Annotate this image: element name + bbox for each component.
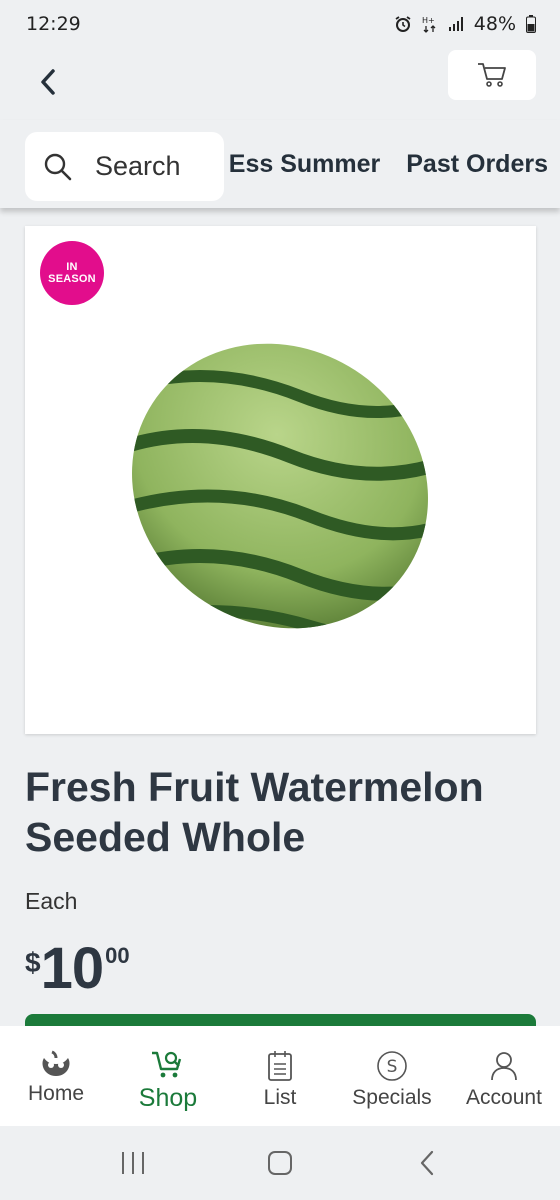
bottom-nav-account[interactable]: Account [448,1050,560,1110]
data-transfer-icon: H+ [422,15,438,33]
cart-icon [478,63,506,87]
cart-search-icon [152,1051,182,1078]
recent-apps-icon [122,1152,145,1174]
status-bar: 12:29 H+ 48% [0,0,560,48]
nav-link-summer[interactable]: Ess Summer [229,150,380,179]
search-input[interactable]: Search [25,132,224,201]
watermelon-image [120,343,440,636]
home-square-icon [267,1151,292,1175]
battery-percent: 48% [473,13,516,35]
svg-text:S: S [387,1057,398,1077]
search-icon [44,153,72,180]
status-time: 12:29 [26,13,81,35]
signal-icon [448,16,464,32]
in-season-badge: IN SEASON [40,241,104,305]
product-unit: Each [25,888,78,914]
search-label: Search [95,151,181,181]
back-button[interactable] [28,60,68,104]
chevron-left-icon [41,69,55,95]
product-price: $ 10 00 [25,936,130,1001]
dollar-circle-icon: S [377,1051,407,1081]
user-icon [491,1052,517,1081]
top-bar [0,48,560,120]
bottom-nav-home[interactable]: Home [0,1050,112,1106]
system-back-button[interactable] [397,1138,457,1188]
home-button[interactable] [250,1138,310,1188]
bottom-nav-list[interactable]: List [224,1050,336,1110]
woolworths-logo-icon [42,1050,70,1076]
bottom-nav-shop[interactable]: Shop [112,1050,224,1113]
bottom-nav: Home Shop List S Specials Account [0,1026,560,1126]
list-icon [268,1051,292,1081]
recent-apps-button[interactable] [103,1138,163,1188]
product-image-card[interactable]: IN SEASON [25,226,536,734]
svg-text:H+: H+ [422,16,435,25]
alarm-icon [394,15,412,33]
cart-button[interactable] [448,50,536,100]
nav-link-past-orders[interactable]: Past Orders [406,150,548,179]
back-arrow-icon [420,1150,433,1176]
battery-icon [526,15,536,33]
system-nav-bar [0,1126,560,1200]
product-title: Fresh Fruit Watermelon Seeded Whole [25,764,484,860]
category-nav: Ess Summer Past Orders Search [0,120,560,208]
bottom-nav-specials[interactable]: S Specials [336,1050,448,1110]
